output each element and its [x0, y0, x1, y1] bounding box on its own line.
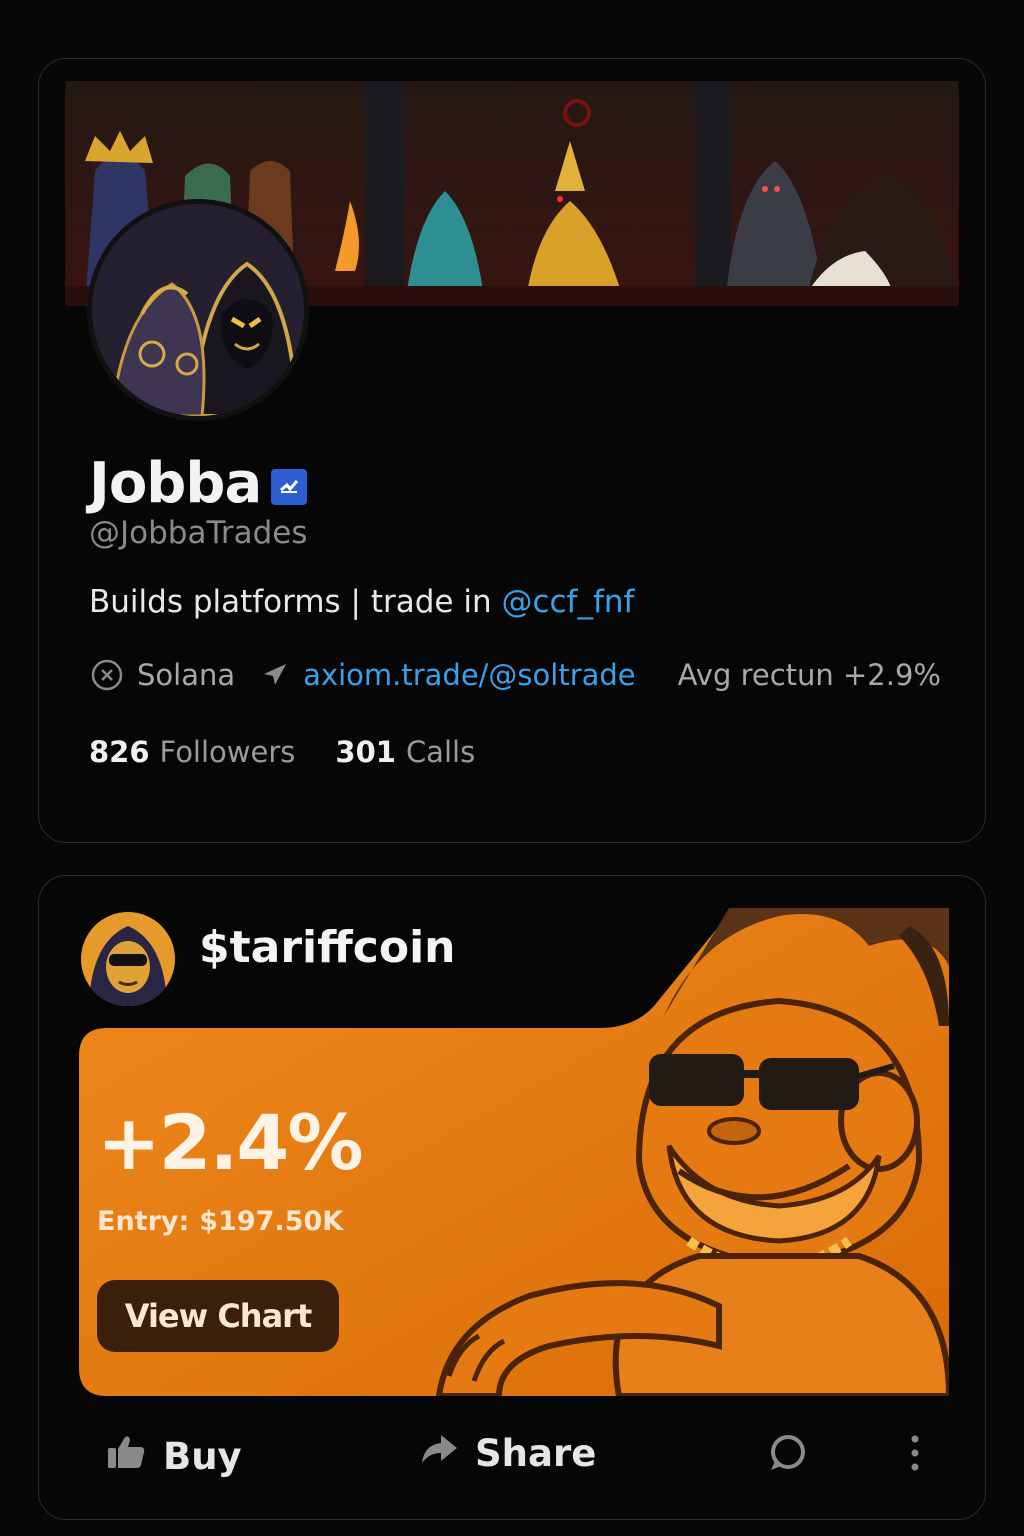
comment-button[interactable] — [767, 1433, 807, 1482]
token-name[interactable]: $tariffcoin — [199, 922, 455, 973]
thumbs-up-icon — [105, 1431, 147, 1482]
send-arrow-icon — [257, 657, 293, 693]
entry-price: Entry: $197.50K — [97, 1206, 343, 1237]
entry-label: Entry: — [97, 1206, 190, 1237]
profile-meta-row: Solana axiom.trade/@soltrade Avg rectun … — [89, 657, 941, 693]
profile-bio: Builds platforms | trade in @ccf_fnf — [89, 584, 634, 620]
profile-card: Jobba @JobbaTrades Builds platforms | tr… — [38, 58, 986, 843]
entry-value: $197.50K — [199, 1206, 344, 1237]
view-chart-button[interactable]: View Chart — [97, 1280, 339, 1352]
share-label: Share — [475, 1432, 597, 1475]
calls-label: Calls — [405, 735, 476, 769]
action-bar: Buy Share — [39, 1431, 985, 1491]
profile-stats: 826 Followers 301 Calls — [89, 735, 475, 769]
profile-name-row: Jobba — [89, 451, 308, 516]
bio-mention-link[interactable]: @ccf_fnf — [501, 584, 634, 620]
more-options-button[interactable] — [907, 1433, 923, 1482]
share-button[interactable]: Share — [419, 1431, 596, 1476]
comment-icon — [767, 1433, 807, 1482]
verified-badge-icon — [271, 468, 308, 505]
share-arrow-icon — [419, 1431, 459, 1476]
buy-label: Buy — [163, 1435, 242, 1478]
profile-link[interactable]: axiom.trade/@soltrade — [303, 658, 636, 692]
followers-label: Followers — [159, 735, 296, 769]
close-circle-icon — [89, 657, 125, 693]
token-call-card: $tariffcoin +2.4% Entry: $197.50K View Ch… — [38, 875, 986, 1520]
calls-stat[interactable]: 301 Calls — [335, 735, 475, 769]
followers-stat[interactable]: 826 Followers — [89, 735, 295, 769]
chain-label: Solana — [137, 658, 236, 692]
avg-return: Avg rectun +2.9% — [677, 658, 941, 692]
display-name: Jobba — [89, 451, 262, 516]
profile-avatar[interactable] — [87, 199, 309, 421]
price-change: +2.4% — [97, 1098, 363, 1187]
bio-text: Builds platforms | trade in — [89, 584, 502, 620]
followers-count: 826 — [89, 735, 150, 769]
token-avatar[interactable] — [81, 912, 175, 1006]
more-vertical-icon — [907, 1433, 923, 1482]
profile-handle: @JobbaTrades — [89, 515, 308, 551]
calls-count: 301 — [335, 735, 396, 769]
buy-button[interactable]: Buy — [105, 1431, 242, 1482]
